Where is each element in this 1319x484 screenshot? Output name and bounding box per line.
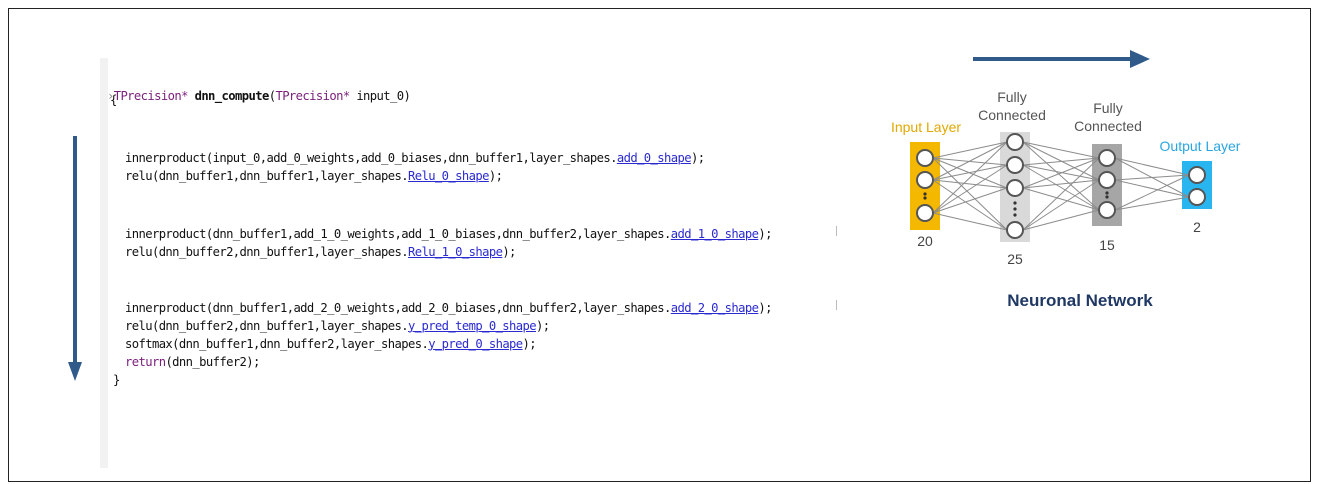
diagram-caption: Neuronal Network: [1007, 291, 1153, 310]
code-text: );: [488, 169, 503, 183]
shape-field: y_pred_0_shape: [428, 337, 523, 351]
neuron: [1098, 149, 1116, 167]
input-count: 20: [917, 233, 933, 249]
shape-field: Relu_0_shape: [407, 169, 489, 183]
code-text: relu(dnn_buffer2,dnn_buffer1,layer_shape…: [125, 245, 409, 259]
code-text: );: [758, 301, 772, 315]
return-type: TPrecision*: [113, 89, 189, 103]
fc1-count: 25: [1007, 251, 1023, 267]
neuron: [916, 171, 934, 189]
execution-flow-arrow: [68, 136, 82, 381]
input-layer-label: Input Layer: [891, 119, 961, 135]
code-line-7: softmax(dnn_buffer1,dnn_buffer2,layer_sh…: [125, 336, 537, 352]
neuron: [1006, 179, 1024, 197]
fc2-label-line1: Fully: [1093, 100, 1123, 116]
neuron: [1006, 133, 1024, 151]
code-line-1: innerproduct(input_0,add_0_weights,add_0…: [125, 150, 705, 166]
shape-field: add_1_0_shape: [670, 227, 759, 241]
neuron: [916, 204, 934, 222]
function-signature: ›TPrecision* dnn_compute(TPrecision* inp…: [80, 72, 411, 120]
code-line-8: return(dnn_buffer2);: [125, 354, 260, 370]
shape-field: Relu_1_0_shape: [407, 245, 503, 259]
connections: [932, 141, 1190, 231]
code-text: relu(dnn_buffer1,dnn_buffer1,layer_shape…: [125, 169, 409, 183]
code-text: innerproduct(dnn_buffer1,add_2_0_weights…: [125, 301, 671, 315]
code-text: );: [502, 245, 516, 259]
output-layer-label: Output Layer: [1160, 138, 1241, 154]
neuron: [1098, 201, 1116, 219]
param-type: TPrecision*: [275, 89, 350, 103]
code-text: (dnn_buffer2);: [165, 355, 260, 369]
code-text: innerproduct(dnn_buffer1,add_1_0_weights…: [125, 227, 671, 241]
code-text: softmax(dnn_buffer1,dnn_buffer2,layer_sh…: [125, 337, 429, 351]
line-marker: [836, 226, 837, 236]
code-text: innerproduct(input_0,add_0_weights,add_0…: [125, 151, 617, 165]
fc1-label-line1: Fully: [997, 89, 1027, 105]
fc1-label-line2: Connected: [978, 107, 1046, 123]
code-text: );: [536, 319, 550, 333]
return-keyword: return: [125, 355, 166, 369]
neuron: [916, 149, 934, 167]
open-brace: {: [110, 93, 117, 107]
code-line-2: relu(dnn_buffer1,dnn_buffer1,layer_shape…: [125, 168, 503, 184]
param-name: input_0): [349, 89, 411, 103]
function-name: dnn_compute: [194, 89, 270, 103]
line-marker: [836, 300, 837, 310]
code-line-6: relu(dnn_buffer2,dnn_buffer1,layer_shape…: [125, 318, 550, 334]
code-text: );: [758, 227, 772, 241]
code-text: relu(dnn_buffer2,dnn_buffer1,layer_shape…: [125, 319, 409, 333]
fc2-count: 15: [1099, 237, 1115, 253]
code-text: );: [522, 337, 537, 351]
neural-network-diagram: Input Layer Fully Connected Fully Connec…: [891, 50, 1241, 310]
shape-field: add_0_shape: [616, 151, 692, 165]
shape-field: add_2_0_shape: [670, 301, 759, 315]
neuron: [1188, 188, 1206, 206]
direction-arrow: [973, 50, 1150, 68]
code-line-5: innerproduct(dnn_buffer1,add_2_0_weights…: [125, 300, 772, 316]
code-text: );: [690, 151, 705, 165]
fc2-label-line2: Connected: [1074, 118, 1142, 134]
neuron: [1188, 166, 1206, 184]
code-line-4: relu(dnn_buffer2,dnn_buffer1,layer_shape…: [125, 244, 516, 260]
neuron: [1006, 156, 1024, 174]
output-count: 2: [1193, 219, 1201, 235]
neuron: [1098, 171, 1116, 189]
close-brace: }: [113, 373, 120, 387]
shape-field: y_pred_temp_0_shape: [407, 319, 537, 333]
code-line-3: innerproduct(dnn_buffer1,add_1_0_weights…: [125, 226, 772, 242]
neuron: [1006, 221, 1024, 239]
